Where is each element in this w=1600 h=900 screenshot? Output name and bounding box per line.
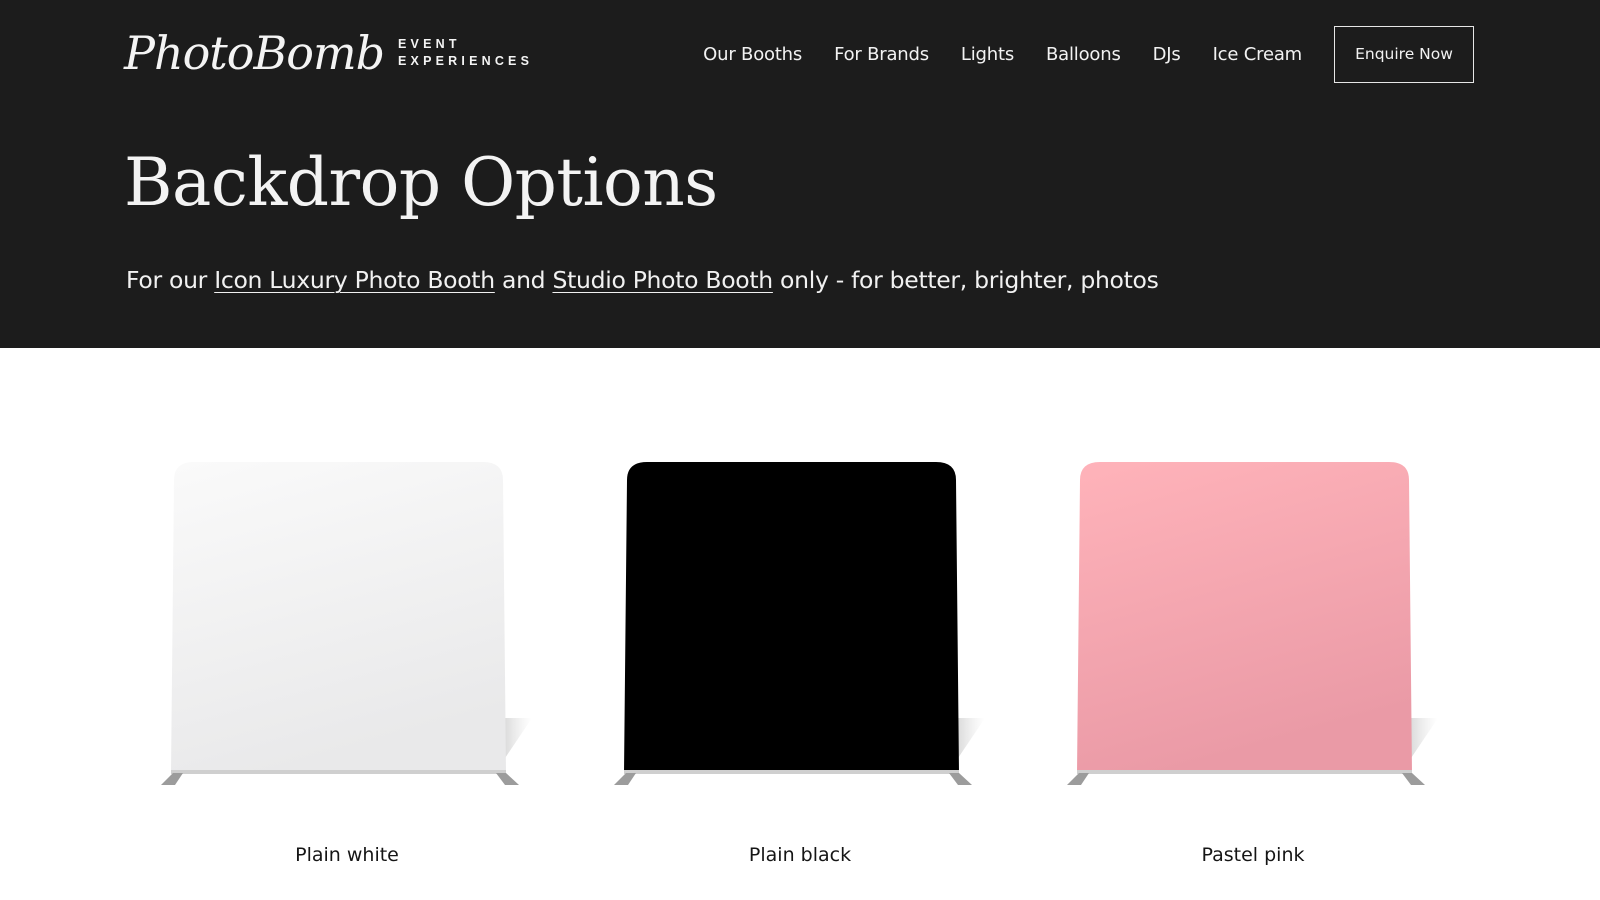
backdrop-label: Pastel pink xyxy=(1201,844,1305,866)
icon-luxury-photo-booth-link[interactable]: Icon Luxury Photo Booth xyxy=(214,266,495,294)
backdrop-panel xyxy=(624,462,959,773)
backdrop-image-black xyxy=(614,462,985,785)
backdrop-foot-right xyxy=(949,773,972,785)
logo-tagline-line1: EVENT xyxy=(398,37,461,51)
page-subtitle: For our Icon Luxury Photo Booth and Stud… xyxy=(126,266,1159,294)
backdrop-label: Plain white xyxy=(295,844,399,866)
backdrop-base-rail xyxy=(1077,770,1412,774)
subtitle-mid: and xyxy=(494,266,553,294)
backdrop-panel xyxy=(171,462,506,773)
backdrop-foot-right xyxy=(496,773,519,785)
nav-djs[interactable]: DJs xyxy=(1153,44,1181,65)
backdrop-foot-right xyxy=(1402,773,1425,785)
backdrop-panel xyxy=(1077,462,1412,773)
logo-wordmark: PhotoBomb xyxy=(124,26,385,80)
backdrop-label: Plain black xyxy=(748,844,852,866)
backdrop-base-rail xyxy=(624,770,959,774)
backdrop-card-white[interactable]: Plain white xyxy=(137,440,557,880)
backdrop-card-black[interactable]: Plain black xyxy=(590,440,1010,880)
site-logo[interactable]: PhotoBomb EVENT EXPERIENCES xyxy=(124,18,533,88)
backdrop-image-white xyxy=(161,462,532,785)
enquire-now-button[interactable]: Enquire Now xyxy=(1334,25,1474,83)
nav-for-brands[interactable]: For Brands xyxy=(834,44,929,65)
logo-tagline: EVENT EXPERIENCES xyxy=(398,36,533,70)
backdrop-base-rail xyxy=(171,770,506,774)
backdrop-foot-left xyxy=(614,773,636,785)
backdrop-image-pink xyxy=(1067,462,1438,785)
subtitle-suffix: only - for better, brighter, photos xyxy=(772,266,1159,294)
studio-photo-booth-link[interactable]: Studio Photo Booth xyxy=(552,266,773,294)
main-nav: Our Booths For Brands Lights Balloons DJ… xyxy=(703,24,1474,84)
nav-ice-cream[interactable]: Ice Cream xyxy=(1213,44,1303,65)
logo-tagline-line2: EXPERIENCES xyxy=(398,54,534,68)
backdrop-foot-left xyxy=(161,773,183,785)
nav-balloons[interactable]: Balloons xyxy=(1046,44,1121,65)
subtitle-prefix: For our xyxy=(126,266,215,294)
nav-lights[interactable]: Lights xyxy=(961,44,1014,65)
hero-banner: PhotoBomb EVENT EXPERIENCES Our Booths F… xyxy=(0,0,1600,348)
page-title: Backdrop Options xyxy=(124,144,718,221)
nav-our-booths[interactable]: Our Booths xyxy=(703,44,802,65)
backdrop-foot-left xyxy=(1067,773,1089,785)
backdrop-card-pink[interactable]: Pastel pink xyxy=(1043,440,1463,880)
